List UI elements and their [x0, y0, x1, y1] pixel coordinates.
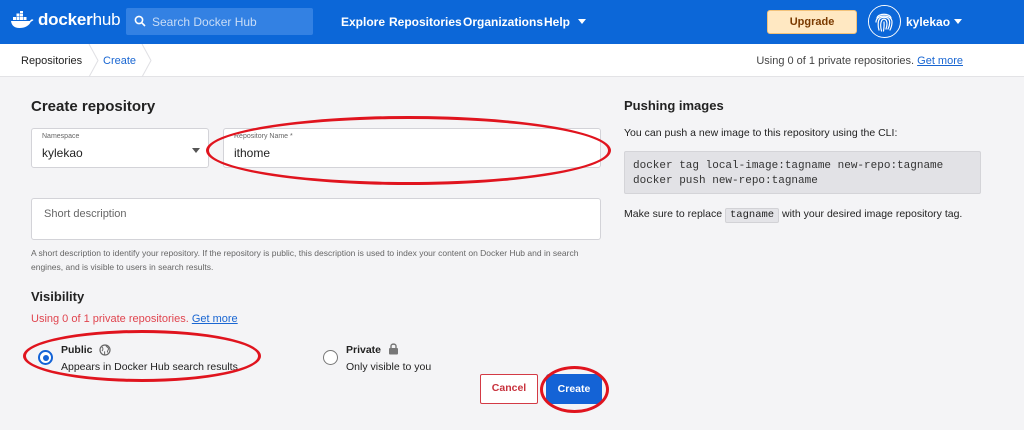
code-line: docker tag local-image:tagname new-repo:…	[633, 160, 944, 172]
nav-help[interactable]: Help	[544, 15, 570, 29]
upgrade-button[interactable]: Upgrade	[767, 10, 857, 34]
namespace-label: Namespace	[42, 133, 80, 140]
short-description-field[interactable]: Short description	[31, 198, 601, 240]
get-more-link[interactable]: Get more	[192, 313, 238, 325]
create-button[interactable]: Create	[546, 374, 602, 404]
chevron-down-icon	[192, 148, 200, 153]
cancel-button[interactable]: Cancel	[480, 374, 538, 404]
docker-whale-icon	[10, 11, 34, 29]
nav-repositories[interactable]: Repositories	[389, 15, 462, 29]
chevron-down-icon[interactable]	[578, 19, 586, 24]
private-description: Only visible to you	[346, 361, 432, 373]
pushing-images-title: Pushing images	[624, 98, 724, 113]
visibility-warning: Using 0 of 1 private repositories. Get m…	[31, 313, 238, 325]
repository-name-label: Repository Name *	[234, 133, 293, 140]
highlight-ring-public-option	[23, 330, 261, 382]
namespace-value: kylekao	[42, 146, 83, 160]
breadcrumb-create[interactable]: Create	[103, 55, 136, 67]
namespace-select[interactable]: Namespace kylekao	[31, 128, 209, 168]
nav-organizations[interactable]: Organizations	[463, 15, 543, 29]
chevron-down-icon[interactable]	[954, 19, 962, 24]
breadcrumb: Repositories Create Using 0 of 1 private…	[0, 44, 1024, 77]
breadcrumb-separator	[141, 44, 152, 77]
cli-code-block: docker tag local-image:tagname new-repo:…	[624, 151, 981, 194]
logo-text: dockerhub	[38, 10, 121, 29]
page-title: Create repository	[31, 98, 156, 115]
lock-icon	[388, 342, 399, 360]
docker-hub-logo[interactable]: dockerhub	[10, 10, 121, 30]
replace-tag-note: Make sure to replace tagname with your d…	[624, 208, 963, 223]
search-box[interactable]	[126, 8, 313, 35]
public-description: Appears in Docker Hub search results	[61, 361, 238, 373]
search-input[interactable]	[152, 8, 310, 35]
tagname-chip: tagname	[724, 208, 780, 223]
visibility-title: Visibility	[31, 289, 85, 304]
breadcrumb-repositories[interactable]: Repositories	[21, 55, 82, 67]
top-navbar: dockerhub Explore Repositories Organizat…	[0, 0, 1024, 44]
globe-icon	[99, 343, 111, 361]
short-description-placeholder: Short description	[44, 208, 127, 220]
public-title: Public	[61, 344, 93, 356]
repository-name-value: ithome	[234, 146, 271, 160]
username[interactable]: kylekao	[906, 15, 950, 29]
repository-name-field[interactable]: Repository Name * ithome	[223, 128, 601, 168]
get-more-link[interactable]: Get more	[917, 55, 963, 67]
private-repo-note: Using 0 of 1 private repositories. Get m…	[756, 55, 963, 67]
short-description-help: A short description to identify your rep…	[31, 248, 579, 272]
private-title: Private	[346, 344, 382, 356]
pushing-images-intro: You can push a new image to this reposit…	[624, 127, 898, 139]
fingerprint-avatar-icon[interactable]	[868, 5, 901, 38]
breadcrumb-separator	[88, 44, 99, 77]
search-icon	[134, 14, 146, 32]
public-radio[interactable]	[38, 350, 53, 365]
private-radio[interactable]	[323, 350, 338, 365]
nav-explore[interactable]: Explore	[341, 15, 385, 29]
code-line: docker push new-repo:tagname	[633, 175, 818, 187]
